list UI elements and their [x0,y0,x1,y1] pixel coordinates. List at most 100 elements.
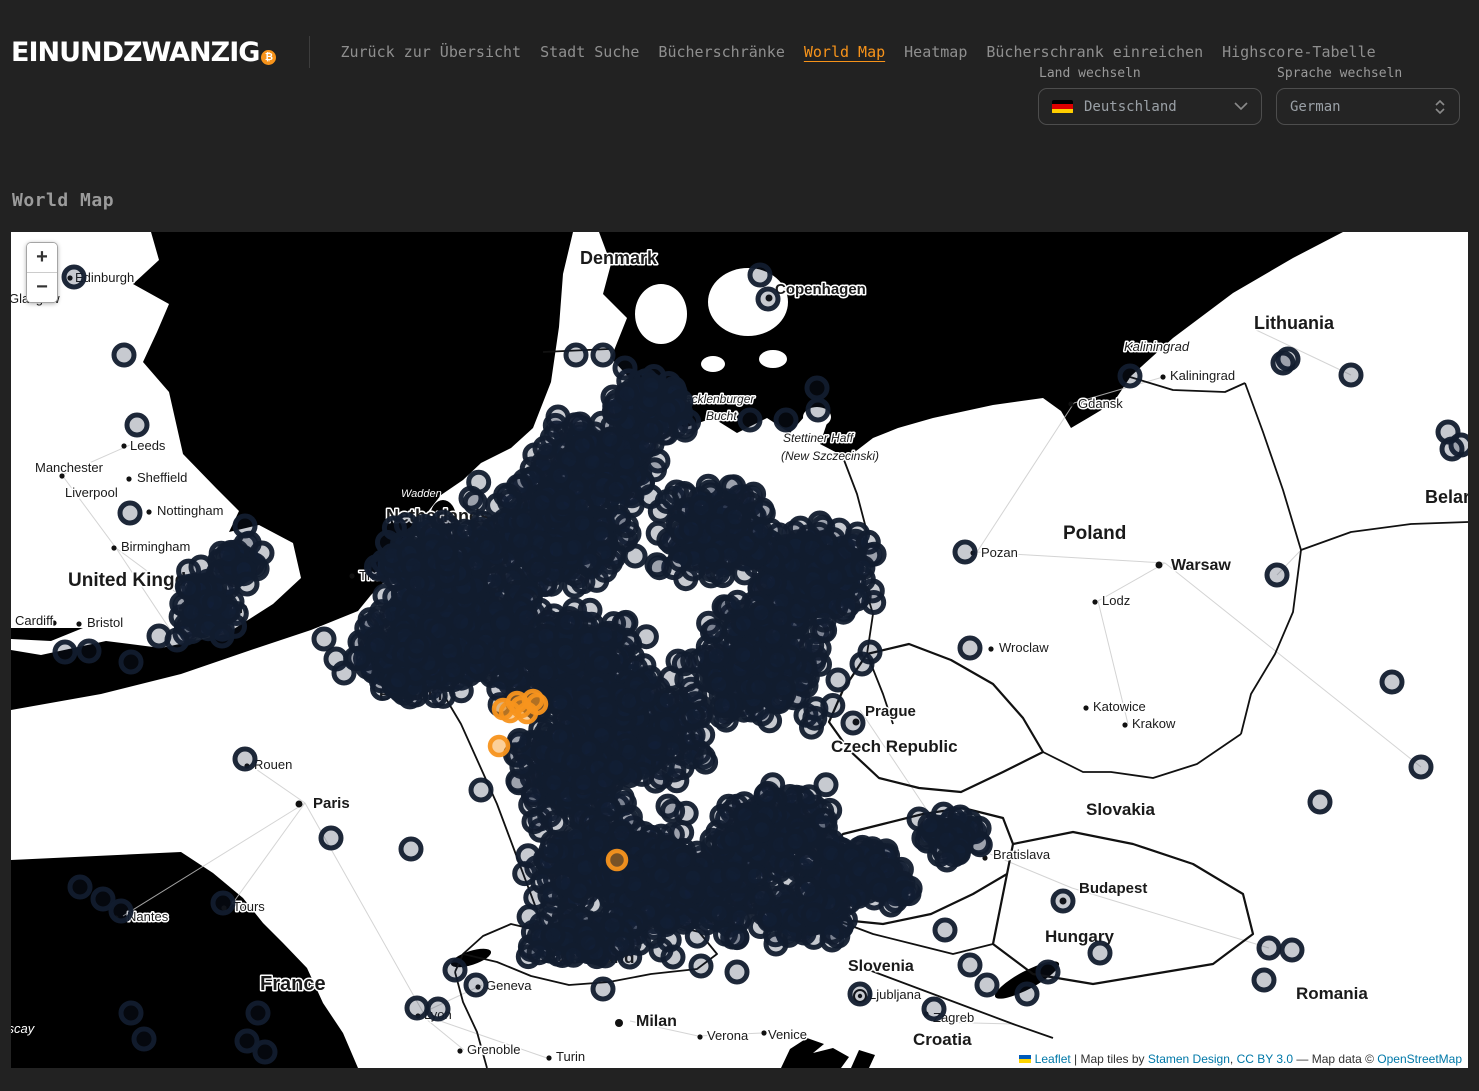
book-exchange-marker[interactable] [681,519,701,539]
book-exchange-marker[interactable] [237,574,257,594]
book-exchange-marker[interactable] [799,787,819,807]
highlighted-marker[interactable] [508,693,526,711]
book-exchange-marker[interactable] [750,265,770,285]
book-exchange-marker[interactable] [977,975,997,995]
book-exchange-marker[interactable] [657,690,677,710]
book-exchange-marker[interactable] [121,652,141,672]
book-exchange-marker[interactable] [595,624,615,644]
zoom-out-button[interactable]: − [27,273,57,302]
book-exchange-marker[interactable] [808,582,828,602]
book-exchange-marker[interactable] [696,752,716,772]
book-exchange-marker[interactable] [670,549,690,569]
book-exchange-marker[interactable] [445,960,465,980]
book-exchange-marker[interactable] [121,1003,141,1023]
book-exchange-marker[interactable] [652,866,672,886]
book-exchange-marker[interactable] [127,415,147,435]
book-exchange-marker[interactable] [237,1031,257,1051]
book-exchange-marker[interactable] [803,905,823,925]
book-exchange-marker[interactable] [334,663,354,683]
book-exchange-marker[interactable] [657,492,677,512]
book-exchange-marker[interactable] [467,642,487,662]
book-exchange-marker[interactable] [558,612,578,632]
book-exchange-marker[interactable] [120,503,140,523]
book-exchange-marker[interactable] [321,828,341,848]
book-exchange-marker[interactable] [593,979,613,999]
book-exchange-marker[interactable] [1310,792,1330,812]
book-exchange-marker[interactable] [1120,366,1140,386]
book-exchange-marker[interactable] [548,407,568,427]
book-exchange-marker[interactable] [960,638,980,658]
book-exchange-marker[interactable] [955,542,975,562]
book-exchange-marker[interactable] [1273,353,1293,373]
book-exchange-marker[interactable] [802,635,822,655]
book-exchange-marker[interactable] [532,493,552,513]
book-exchange-marker[interactable] [70,877,90,897]
book-exchange-marker[interactable] [705,621,725,641]
book-exchange-marker[interactable] [134,1029,154,1049]
book-exchange-marker[interactable] [550,466,570,486]
book-exchange-marker[interactable] [730,908,750,928]
book-exchange-marker[interactable] [1267,565,1287,585]
book-exchange-marker[interactable] [760,910,780,930]
book-exchange-marker[interactable] [235,749,255,769]
book-exchange-marker[interactable] [477,538,497,558]
book-exchange-marker[interactable] [821,843,841,863]
book-exchange-marker[interactable] [1053,891,1073,911]
book-exchange-marker[interactable] [641,375,661,395]
book-exchange-marker[interactable] [511,531,531,551]
book-exchange-marker[interactable] [407,998,427,1018]
book-exchange-marker[interactable] [512,757,532,777]
book-exchange-marker[interactable] [455,521,475,541]
book-exchange-marker[interactable] [556,643,576,663]
book-exchange-marker[interactable] [519,907,539,927]
book-exchange-marker[interactable] [179,578,199,598]
book-exchange-marker[interactable] [773,678,793,698]
book-exchange-marker[interactable] [674,417,694,437]
book-exchange-marker[interactable] [471,780,491,800]
book-exchange-marker[interactable] [740,410,760,430]
book-exchange-marker[interactable] [368,635,388,655]
ccby-link[interactable]: CC BY 3.0 [1237,1052,1293,1066]
book-exchange-marker[interactable] [550,692,570,712]
book-exchange-marker[interactable] [1341,365,1361,385]
book-exchange-marker[interactable] [706,646,726,666]
book-exchange-marker[interactable] [615,358,635,378]
book-exchange-marker[interactable] [1017,984,1037,1004]
book-exchange-marker[interactable] [167,630,187,650]
book-exchange-marker[interactable] [647,555,667,575]
leaflet-link[interactable]: Leaflet [1035,1052,1071,1066]
book-exchange-marker[interactable] [797,852,817,872]
book-exchange-marker[interactable] [807,378,827,398]
book-exchange-marker[interactable] [637,685,657,705]
book-exchange-marker[interactable] [205,593,225,613]
book-exchange-marker[interactable] [691,498,711,518]
nav-link-b-cherschr-nke[interactable]: Bücherschränke [658,43,784,61]
book-exchange-marker[interactable] [407,636,427,656]
book-exchange-marker[interactable] [572,513,592,533]
book-exchange-marker[interactable] [79,641,99,661]
book-exchange-marker[interactable] [428,999,448,1019]
book-exchange-marker[interactable] [1282,940,1302,960]
book-exchange-marker[interactable] [853,558,873,578]
book-exchange-marker[interactable] [709,674,729,694]
book-exchange-marker[interactable] [55,642,75,662]
book-exchange-marker[interactable] [612,823,632,843]
book-exchange-marker[interactable] [111,901,131,921]
book-exchange-marker[interactable] [509,731,529,751]
book-exchange-marker[interactable] [708,516,728,536]
book-exchange-marker[interactable] [580,600,600,620]
book-exchange-marker[interactable] [212,626,232,646]
book-exchange-marker[interactable] [213,893,233,913]
book-exchange-marker[interactable] [617,452,637,472]
book-exchange-marker[interactable] [752,888,772,908]
highlighted-marker[interactable] [490,737,508,755]
book-exchange-marker[interactable] [935,920,955,940]
book-exchange-marker[interactable] [617,384,637,404]
book-exchange-marker[interactable] [529,943,549,963]
book-exchange-marker[interactable] [767,650,787,670]
book-exchange-marker[interactable] [407,573,427,593]
nav-link-heatmap[interactable]: Heatmap [904,43,967,61]
book-exchange-marker[interactable] [612,934,632,954]
highlighted-marker[interactable] [608,851,626,869]
book-exchange-marker[interactable] [528,559,548,579]
